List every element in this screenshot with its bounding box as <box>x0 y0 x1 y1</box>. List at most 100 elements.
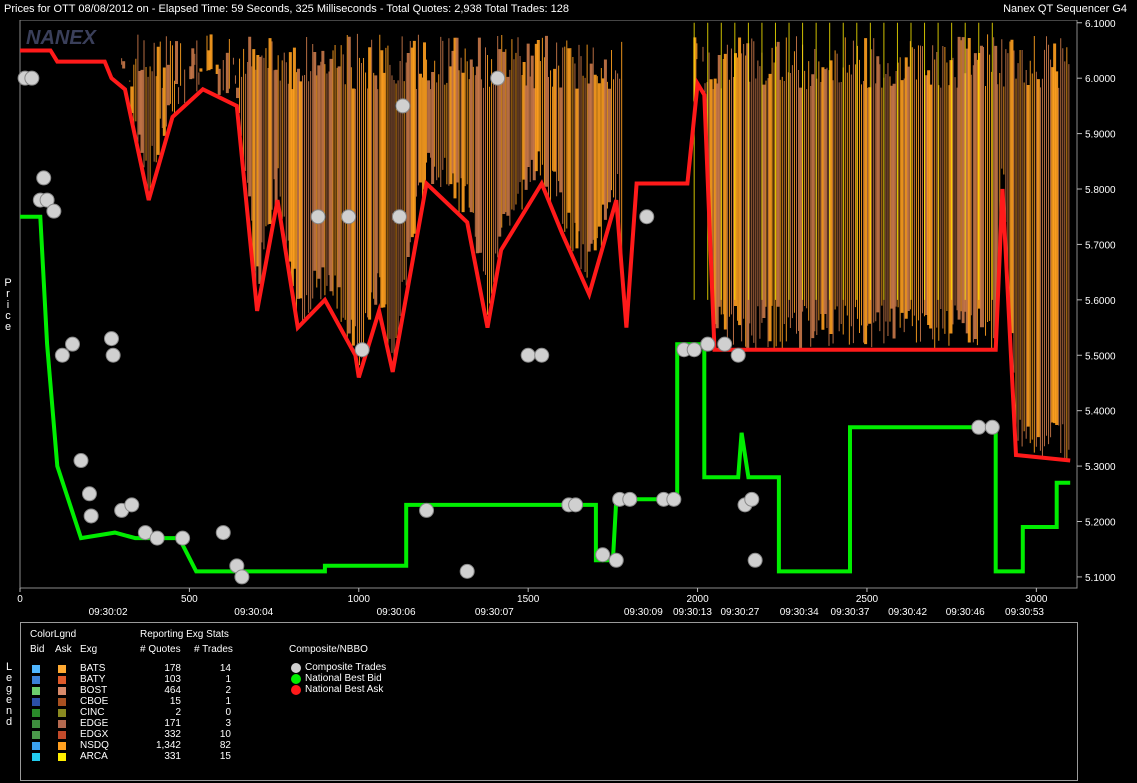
trade-point <box>747 552 763 568</box>
bid-color-swatch <box>32 709 40 717</box>
exchange-trades: 15 <box>219 751 231 762</box>
y-tick-label: 5.7000 <box>1085 240 1116 251</box>
x-tick-label: 2000 <box>686 594 709 605</box>
trade-point <box>83 508 99 524</box>
legend-panel: ColorLgnd Reporting Exg Stats Bid Ask Ex… <box>20 622 1078 781</box>
x-time-label: 09:30:09 <box>624 607 663 618</box>
col-ask: Ask <box>55 644 72 655</box>
x-tick-label: 1000 <box>348 594 371 605</box>
exchange-quotes: 2 <box>175 707 181 718</box>
trade-point <box>984 419 1000 435</box>
trade-point <box>81 486 97 502</box>
trade-point <box>686 342 702 358</box>
bid-color-swatch <box>32 742 40 750</box>
trade-point <box>419 502 435 518</box>
y-tick-label: 5.2000 <box>1085 518 1116 529</box>
trade-point <box>24 70 40 86</box>
stats-title: Reporting Exg Stats <box>140 629 229 640</box>
trade-point <box>149 530 165 546</box>
y-tick-label: 5.1000 <box>1085 573 1116 584</box>
ask-color-swatch <box>58 709 66 717</box>
bid-color-swatch <box>32 731 40 739</box>
exchange-name: BOST <box>80 685 108 696</box>
exchange-quotes: 178 <box>164 663 181 674</box>
trade-point <box>46 203 62 219</box>
ask-color-swatch <box>58 665 66 673</box>
trade-point <box>459 563 475 579</box>
col-bid: Bid <box>30 644 45 655</box>
y-tick-label: 5.6000 <box>1085 296 1116 307</box>
composite-label: National Best Bid <box>305 673 382 684</box>
exchange-quotes: 464 <box>164 685 181 696</box>
x-tick-label: 500 <box>181 594 198 605</box>
y-tick-label: 6.1000 <box>1085 20 1116 30</box>
exchange-name: CBOE <box>80 696 109 707</box>
app-name: Nanex QT Sequencer G4 <box>1003 3 1127 15</box>
trade-point <box>568 497 584 513</box>
chart-title: Prices for OTT 08/08/2012 on - Elapsed T… <box>4 3 569 15</box>
price-chart[interactable]: NANEX 6.1000 6.0000 5.9000 5.8000 5.7000 5.600… <box>0 20 1137 620</box>
x-time-label: 09:30:53 <box>1005 607 1044 618</box>
title-bar: Prices for OTT 08/08/2012 on - Elapsed T… <box>0 0 1137 20</box>
x-time-label: 09:30:42 <box>888 607 927 618</box>
x-tick-label: 3000 <box>1025 594 1048 605</box>
exchange-name: EDGE <box>80 718 109 729</box>
x-time-label: 09:30:37 <box>831 607 870 618</box>
composite-label: Composite Trades <box>305 662 387 673</box>
trade-point <box>595 547 611 563</box>
y-tick-label: 6.0000 <box>1085 74 1116 85</box>
trade-point <box>341 209 357 225</box>
trade-point <box>36 170 52 186</box>
y-tick-label: 5.4000 <box>1085 407 1116 418</box>
bid-color-swatch <box>32 698 40 706</box>
trade-point <box>971 419 987 435</box>
x-time-label: 09:30:07 <box>475 607 514 618</box>
composite-marker <box>291 685 301 695</box>
bid-color-swatch <box>32 753 40 761</box>
x-time-label: 09:30:13 <box>673 607 712 618</box>
exchange-trades: 10 <box>219 729 231 740</box>
col-trades: # Trades <box>194 644 233 655</box>
x-time-label: 09:30:46 <box>946 607 985 618</box>
exchange-name: CINC <box>80 707 105 718</box>
exchange-name: BATY <box>80 674 106 685</box>
exchange-trades: 1 <box>225 696 231 707</box>
exchange-trades: 3 <box>225 718 231 729</box>
exchange-trades: 14 <box>219 663 231 674</box>
bid-color-swatch <box>32 720 40 728</box>
x-tick-label: 2500 <box>856 594 879 605</box>
exchange-name: NSDQ <box>80 740 109 751</box>
exchange-quotes: 15 <box>169 696 181 707</box>
col-quotes: # Quotes <box>140 644 181 655</box>
trade-point <box>391 209 407 225</box>
trade-point <box>395 98 411 114</box>
trade-point <box>744 491 760 507</box>
exchange-trades: 0 <box>225 707 231 718</box>
trade-point <box>234 569 250 585</box>
exchange-quotes: 332 <box>164 729 181 740</box>
trade-point <box>103 331 119 347</box>
trade-point <box>666 491 682 507</box>
trade-point <box>73 453 89 469</box>
composite-title: Composite/NBBO <box>289 644 368 655</box>
exchange-trades: 82 <box>219 740 231 751</box>
x-time-label: 09:30:34 <box>780 607 819 618</box>
trade-point <box>622 491 638 507</box>
trade-point <box>215 525 231 541</box>
bid-color-swatch <box>32 687 40 695</box>
trade-point <box>730 347 746 363</box>
x-time-label: 09:30:02 <box>89 607 128 618</box>
ask-color-swatch <box>58 753 66 761</box>
ask-color-swatch <box>58 720 66 728</box>
trade-point <box>175 530 191 546</box>
composite-marker <box>291 663 301 673</box>
legend-side-label: Legend <box>5 661 13 728</box>
exchange-name: EDGX <box>80 729 109 740</box>
trade-point <box>700 336 716 352</box>
exchange-quotes: 331 <box>164 751 181 762</box>
trade-point <box>54 347 70 363</box>
exchange-quotes: 171 <box>164 718 181 729</box>
col-exg: Exg <box>80 644 98 655</box>
trade-point <box>534 347 550 363</box>
trade-point <box>639 209 655 225</box>
